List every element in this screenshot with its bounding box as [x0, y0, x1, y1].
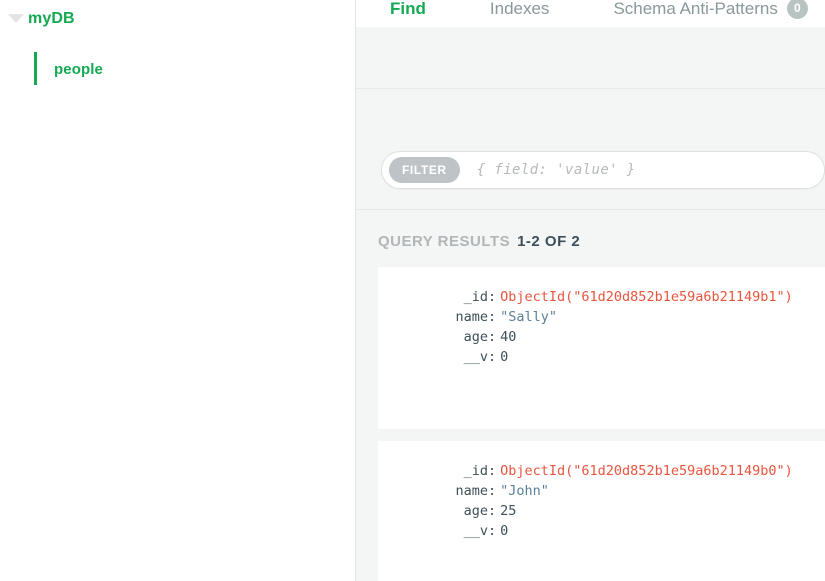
- schema-anti-patterns-badge: 0: [786, 0, 808, 19]
- field-value: 0: [500, 523, 509, 539]
- filter-input[interactable]: [476, 162, 824, 178]
- query-results: QUERY RESULTS 1-2 OF 2 _id: ObjectId("61d…: [356, 210, 825, 581]
- field-value: 40: [500, 329, 517, 345]
- tab-indexes-label: Indexes: [489, 0, 550, 18]
- field-colon: :: [488, 329, 497, 345]
- field-colon: :: [488, 523, 497, 539]
- field-key: age: [463, 503, 488, 519]
- collection-tabbar: Find Indexes Schema Anti-Patterns 0: [356, 0, 825, 27]
- field-value: "Sally": [500, 309, 558, 325]
- document-field: _id: ObjectId("61d20d852b1e59a6b21149b0"): [378, 461, 825, 481]
- field-key: __v: [463, 523, 488, 539]
- field-key: __v: [463, 349, 488, 365]
- query-results-header: QUERY RESULTS 1-2 OF 2: [378, 233, 825, 250]
- field-value: ObjectId("61d20d852b1e59a6b21149b1"): [500, 289, 793, 305]
- sidebar-collection-people[interactable]: people: [0, 52, 355, 86]
- field-key: name: [455, 483, 488, 499]
- filter-pill-button[interactable]: FILTER: [389, 157, 460, 183]
- tab-find[interactable]: Find: [390, 0, 426, 19]
- field-key: age: [463, 329, 488, 345]
- tab-schema-anti-patterns-label: Schema Anti-Patterns: [613, 0, 778, 18]
- document-field: __v:0: [378, 347, 825, 367]
- field-value: "John": [500, 483, 549, 499]
- field-colon: :: [488, 503, 497, 519]
- document-field: name: "John": [378, 481, 825, 501]
- main-panel: Find Indexes Schema Anti-Patterns 0 FILT…: [356, 0, 825, 581]
- field-key: _id: [463, 289, 488, 305]
- document-card[interactable]: _id: ObjectId("61d20d852b1e59a6b21149b1")…: [378, 267, 825, 429]
- document-field: _id: ObjectId("61d20d852b1e59a6b21149b1"): [378, 287, 825, 307]
- field-colon: :: [488, 349, 497, 365]
- tab-schema-anti-patterns[interactable]: Schema Anti-Patterns 0: [613, 0, 808, 19]
- document-field: age:40: [378, 327, 825, 347]
- field-colon: :: [488, 483, 497, 499]
- tab-find-label: Find: [390, 0, 426, 18]
- document-field: age:25: [378, 501, 825, 521]
- tab-indexes[interactable]: Indexes: [490, 0, 550, 19]
- field-value: 25: [500, 503, 517, 519]
- field-value: 0: [500, 349, 509, 365]
- document-card[interactable]: _id: ObjectId("61d20d852b1e59a6b21149b0")…: [378, 441, 825, 581]
- field-key: name: [455, 309, 488, 325]
- field-colon: :: [488, 463, 497, 479]
- sidebar-collection-label: people: [54, 60, 103, 78]
- document-field: __v:0: [378, 521, 825, 541]
- field-colon: :: [488, 309, 497, 325]
- query-results-label: QUERY RESULTS: [378, 233, 511, 250]
- document-field: name: "Sally": [378, 307, 825, 327]
- compass-window: myDB people Find Indexes Schema Anti-Pat…: [0, 0, 825, 581]
- sidebar: myDB people: [0, 0, 356, 581]
- filter-section: FILTER: [356, 88, 825, 210]
- sidebar-database-label: myDB: [28, 10, 75, 27]
- query-results-count: 1-2 OF 2: [517, 233, 581, 250]
- field-value: ObjectId("61d20d852b1e59a6b21149b0"): [500, 463, 793, 479]
- sidebar-database-mydb[interactable]: myDB: [0, 4, 355, 34]
- chevron-down-icon[interactable]: [4, 7, 28, 31]
- filter-bar[interactable]: FILTER: [381, 151, 825, 189]
- field-colon: :: [488, 289, 497, 305]
- field-key: _id: [463, 463, 488, 479]
- active-collection-indicator: [34, 52, 37, 85]
